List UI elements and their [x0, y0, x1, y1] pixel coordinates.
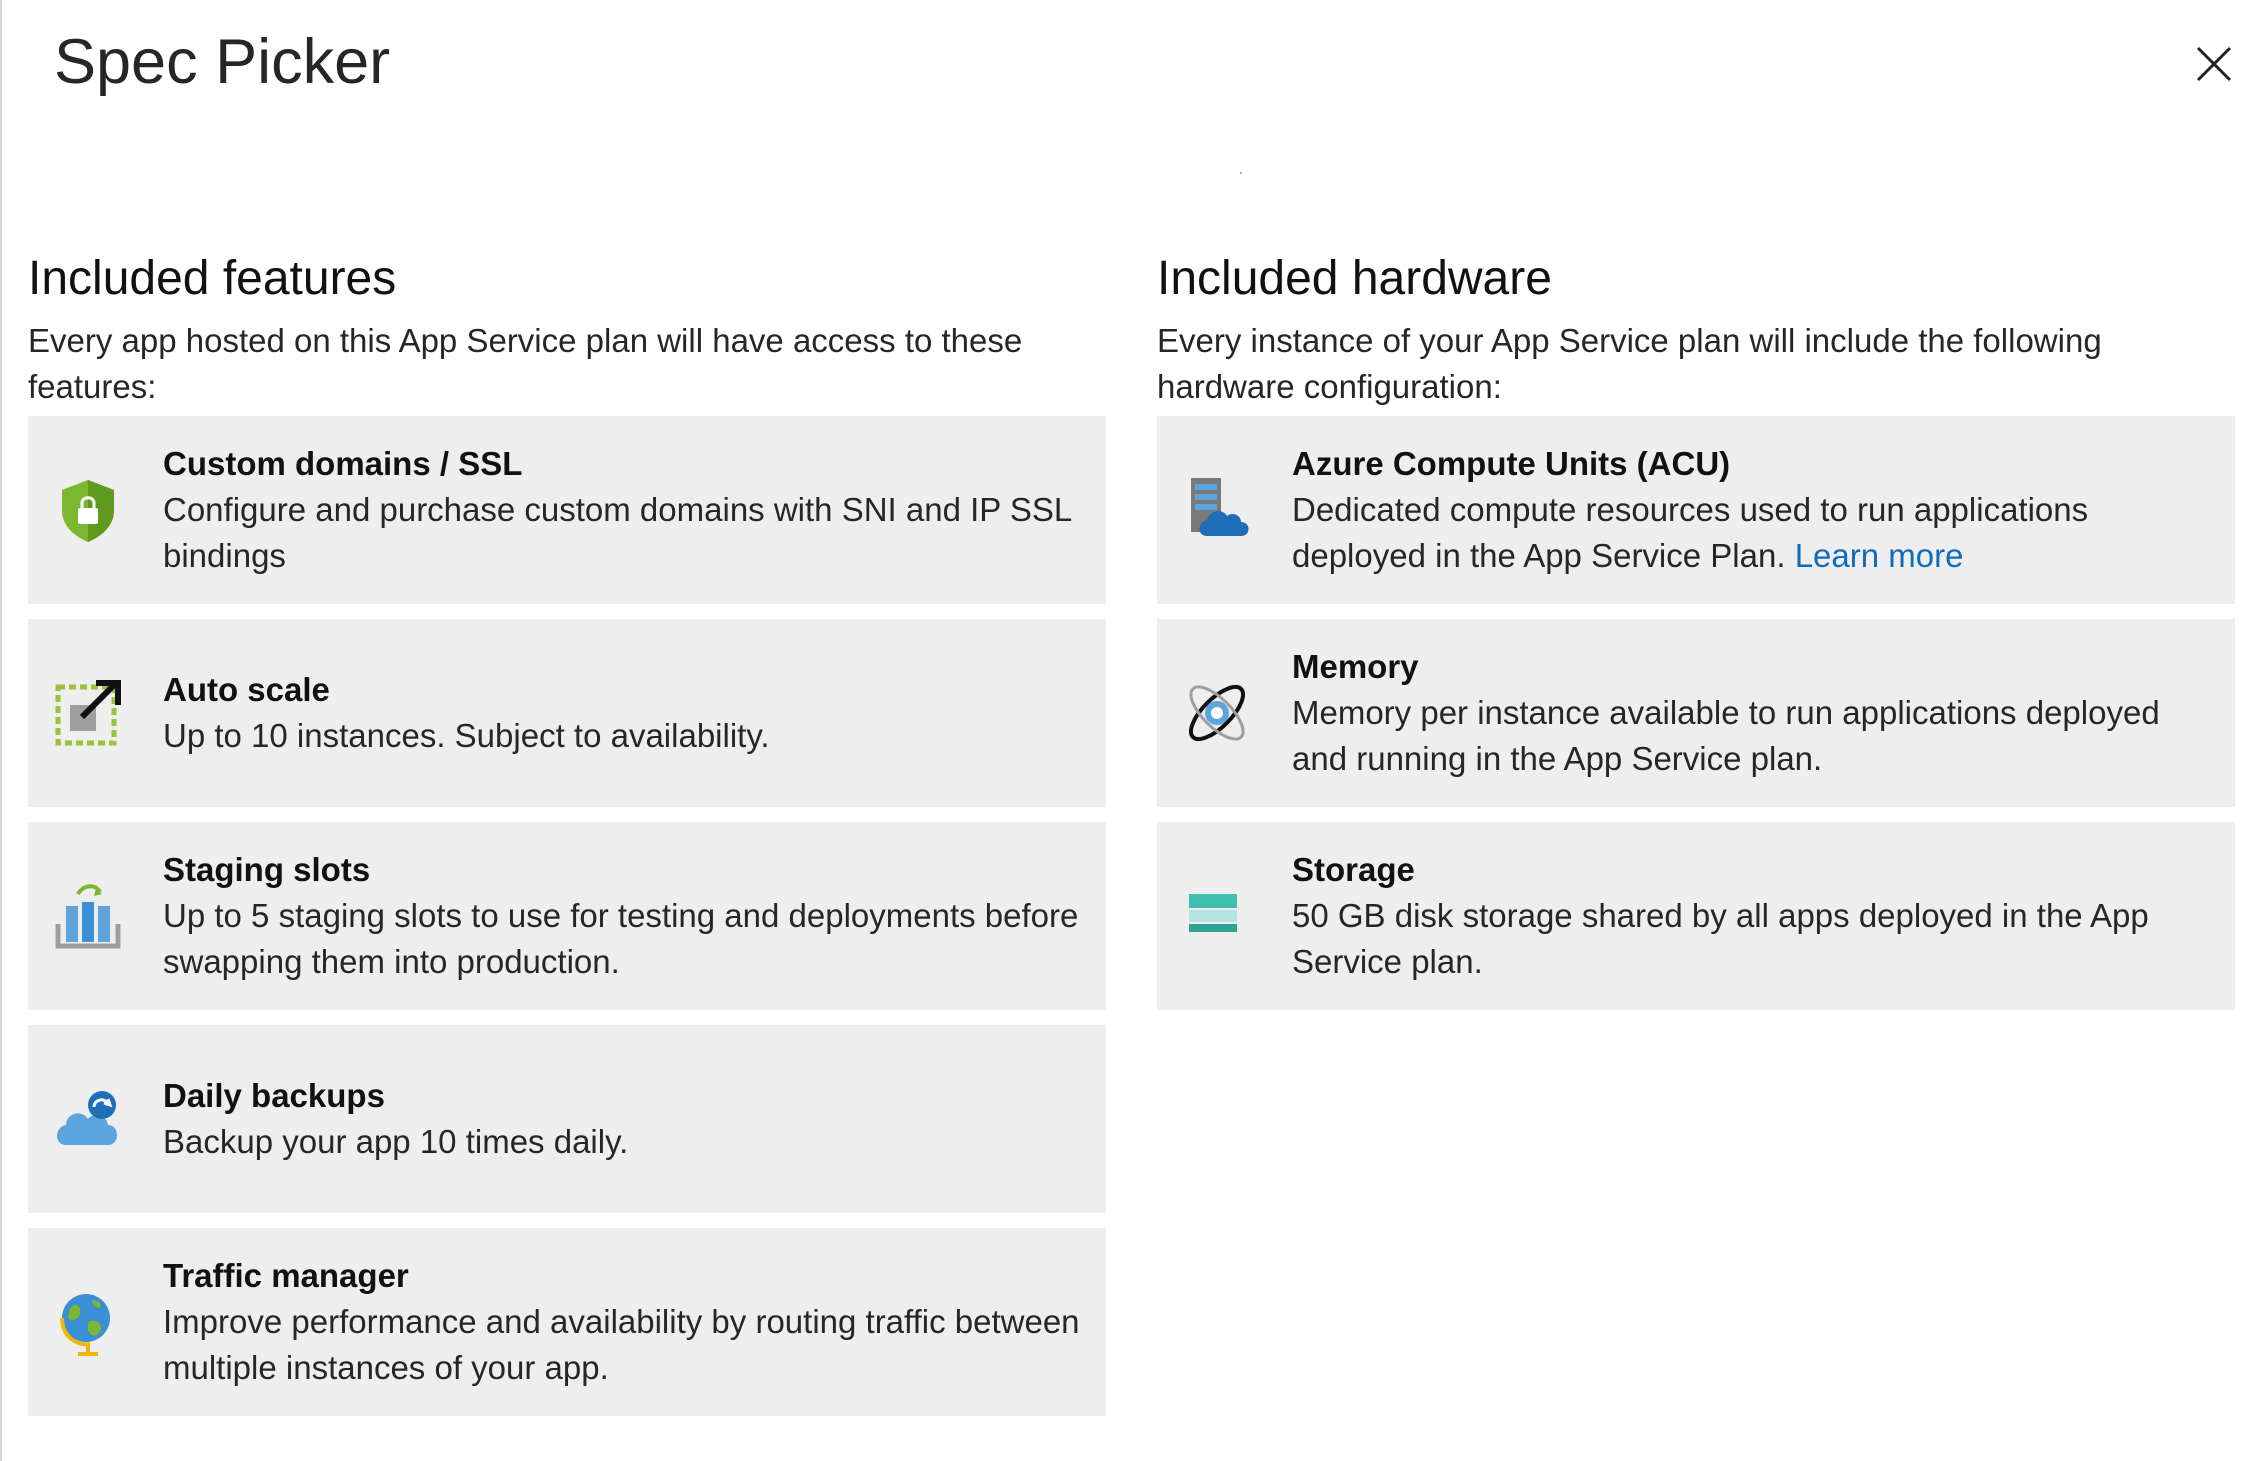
shield-lock-icon — [52, 474, 124, 546]
hardware-description-text: 50 GB disk storage shared by all apps de… — [1292, 897, 2149, 980]
storage-icon — [1181, 880, 1253, 952]
hardware-heading: Included hardware — [1157, 252, 1552, 305]
hardware-description-text: Dedicated compute resources used to run … — [1292, 487, 2211, 579]
hardware-card-storage: Storage 50 GB disk storage shared by all… — [1157, 822, 2235, 1010]
hardware-title: Azure Compute Units (ACU) — [1292, 445, 1731, 482]
feature-description: Configure and purchase custom domains wi… — [163, 491, 1071, 574]
feature-card-traffic-manager: Traffic manager Improve performance and … — [28, 1228, 1106, 1416]
feature-description: Improve performance and availability by … — [163, 1303, 1080, 1386]
feature-title: Daily backups — [163, 1077, 385, 1114]
staging-slots-icon — [52, 880, 124, 952]
feature-description: Backup your app 10 times daily. — [163, 1123, 629, 1160]
features-list: Custom domains / SSL Configure and purch… — [28, 416, 1106, 1416]
feature-title: Traffic manager — [163, 1257, 409, 1294]
hardware-title: Storage — [1292, 851, 1415, 888]
memory-orbit-icon — [1181, 677, 1253, 749]
globe-icon — [52, 1286, 124, 1358]
included-features-section: Included features Every app hosted on th… — [28, 244, 1106, 1431]
feature-card-staging-slots: Staging slots Up to 5 staging slots to u… — [28, 822, 1106, 1010]
acu-description: Dedicated compute resources used to run … — [1292, 491, 2089, 574]
panel-edge — [0, 0, 2, 1461]
feature-title: Custom domains / SSL — [163, 445, 523, 482]
spec-picker-panel: Spec Picker Included features Every app … — [0, 0, 2253, 1461]
hardware-card-memory: Memory Memory per instance available to … — [1157, 619, 2235, 807]
features-description: Every app hosted on this App Service pla… — [28, 322, 1023, 405]
feature-card-daily-backups: Daily backups Backup your app 10 times d… — [28, 1025, 1106, 1213]
server-cloud-icon — [1181, 474, 1253, 546]
feature-title: Auto scale — [163, 671, 330, 708]
hardware-description: Every instance of your App Service plan … — [1157, 322, 2102, 405]
learn-more-link[interactable]: Learn more — [1795, 537, 1964, 574]
features-heading: Included features — [28, 252, 397, 305]
feature-title: Staging slots — [163, 851, 371, 888]
hardware-description-text: Memory per instance available to run app… — [1292, 694, 2160, 777]
included-hardware-section: Included hardware Every instance of your… — [1157, 244, 2235, 1025]
cloud-backup-icon — [52, 1083, 124, 1155]
divider-dot — [1240, 172, 1242, 174]
hardware-card-acu: Azure Compute Units (ACU) Dedicated comp… — [1157, 416, 2235, 604]
close-button[interactable] — [2188, 38, 2240, 90]
hardware-list: Azure Compute Units (ACU) Dedicated comp… — [1157, 416, 2235, 1010]
feature-description: Up to 5 staging slots to use for testing… — [163, 897, 1079, 980]
feature-card-custom-domains: Custom domains / SSL Configure and purch… — [28, 416, 1106, 604]
close-icon — [2196, 46, 2232, 82]
page-title: Spec Picker — [54, 27, 391, 97]
feature-card-auto-scale: Auto scale Up to 10 instances. Subject t… — [28, 619, 1106, 807]
feature-description: Up to 10 instances. Subject to availabil… — [163, 717, 770, 754]
autoscale-icon — [52, 677, 124, 749]
hardware-title: Memory — [1292, 648, 1419, 685]
